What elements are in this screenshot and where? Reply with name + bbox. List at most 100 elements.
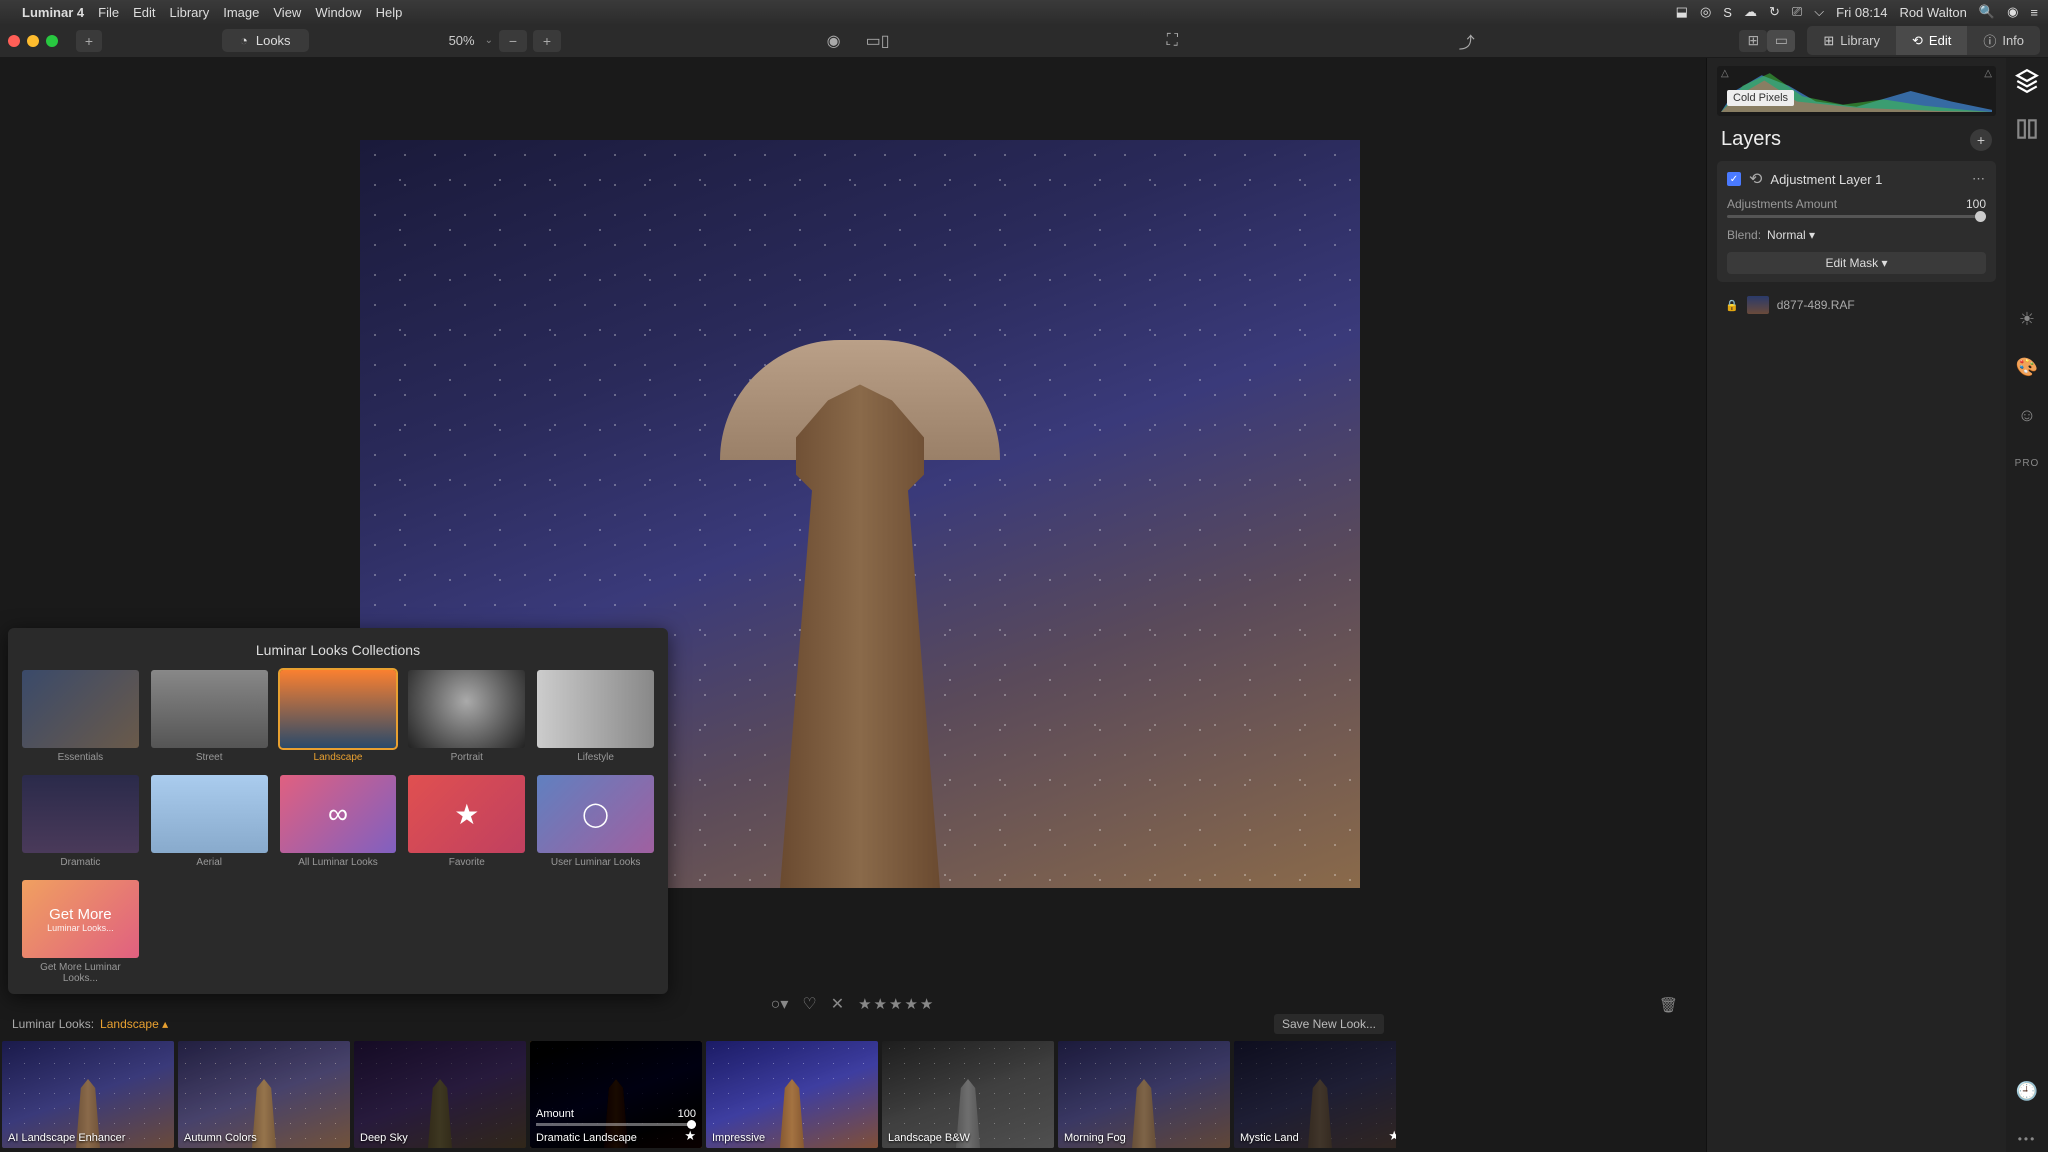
menu-library[interactable]: Library	[169, 5, 209, 20]
menubar-display-icon[interactable]: ⎚	[1792, 4, 1802, 20]
collection-favorite[interactable]: ★ Favorite	[408, 775, 525, 868]
collection-lifestyle-label: Lifestyle	[537, 752, 654, 763]
menu-image[interactable]: Image	[223, 5, 259, 20]
collection-street[interactable]: Street	[151, 670, 268, 763]
history-icon[interactable]: 🕘	[2014, 1078, 2040, 1104]
menubar-cloud-icon[interactable]: ☁	[1744, 4, 1757, 20]
window-close[interactable]	[8, 35, 20, 47]
menubar-search-icon[interactable]: 🔍	[1979, 4, 1995, 20]
menubar-clock[interactable]: Fri 08:14	[1836, 5, 1887, 20]
add-tab-button[interactable]: +	[76, 30, 102, 52]
canvas-area: ○▾ ♡ ✕ ★★★★★ 🗑 Luminar Looks Collections…	[0, 58, 1706, 1152]
tab-library[interactable]: ⊞ Library	[1807, 26, 1896, 55]
menu-help[interactable]: Help	[376, 5, 403, 20]
zoom-out-button[interactable]: −	[499, 30, 527, 52]
collection-aerial[interactable]: Aerial	[151, 775, 268, 868]
window-maximize[interactable]	[46, 35, 58, 47]
look-amount-slider[interactable]	[536, 1123, 696, 1126]
collection-get-more[interactable]: Get More Luminar Looks... Get More Lumin…	[22, 880, 139, 984]
look-morning-fog[interactable]: Morning Fog	[1058, 1041, 1230, 1148]
library-icon: ⊞	[1823, 33, 1834, 49]
save-new-look-button[interactable]: Save New Look...	[1274, 1014, 1384, 1034]
canvas-panel-icon[interactable]	[2014, 116, 2040, 142]
edit-mask-button[interactable]: Edit Mask ▾	[1727, 252, 1986, 274]
look-amount-value: 100	[678, 1108, 696, 1120]
base-layer-filename: d877-489.RAF	[1777, 298, 1855, 312]
looks-button[interactable]: ◔ Looks	[222, 29, 309, 52]
get-more-label: Get More Luminar Looks...	[22, 962, 139, 984]
base-layer[interactable]: 🔒 d877-489.RAF	[1707, 290, 2006, 320]
collection-aerial-label: Aerial	[151, 857, 268, 868]
menubar-sync-icon[interactable]: ◎	[1700, 4, 1711, 20]
portrait-panel-icon[interactable]: ☺	[2014, 402, 2040, 428]
menu-view[interactable]: View	[273, 5, 301, 20]
collection-lifestyle[interactable]: Lifestyle	[537, 670, 654, 763]
grid-view-icon[interactable]: ⊞	[1739, 30, 1767, 52]
export-icon[interactable]: ⤴	[1451, 29, 1483, 53]
look-amount-label: Amount	[536, 1108, 574, 1120]
look-ai-landscape-enhancer[interactable]: AI Landscape Enhancer	[2, 1041, 174, 1148]
menu-edit[interactable]: Edit	[133, 5, 155, 20]
look-favorite-star-icon[interactable]: ★	[684, 1128, 696, 1144]
crop-icon[interactable]: ⛶	[1156, 29, 1188, 53]
get-more-title: Get More	[49, 906, 112, 923]
menu-window[interactable]: Window	[315, 5, 361, 20]
menubar-s-icon[interactable]: S	[1723, 5, 1732, 20]
menubar-siri-icon[interactable]: ◉	[2007, 4, 2018, 20]
preview-eye-icon[interactable]: ◉	[818, 29, 850, 53]
looks-icon: ◔	[240, 33, 248, 48]
look-favorite-star-icon[interactable]: ★	[1388, 1128, 1396, 1144]
look-mystic-land[interactable]: Mystic Land ★	[1234, 1041, 1396, 1148]
adjustments-amount-value: 100	[1966, 197, 1986, 211]
trash-icon[interactable]: 🗑	[1659, 996, 1678, 1014]
collection-user[interactable]: ◯ User Luminar Looks	[537, 775, 654, 868]
layer-menu-icon[interactable]: ⋯	[1972, 171, 1986, 187]
clip-shadows-icon[interactable]: △	[1721, 68, 1729, 79]
blend-mode-dropdown[interactable]: Normal ▾	[1767, 228, 1815, 242]
collection-landscape[interactable]: Landscape	[280, 670, 397, 763]
tab-info[interactable]: ⓘ Info	[1967, 26, 2040, 55]
collection-all[interactable]: ∞ All Luminar Looks	[280, 775, 397, 868]
histogram[interactable]: Cold Pixels △ △	[1717, 66, 1996, 116]
compare-icon[interactable]: ▭▯	[862, 29, 894, 53]
window-minimize[interactable]	[27, 35, 39, 47]
look-landscape-bw[interactable]: Landscape B&W	[882, 1041, 1054, 1148]
looks-collection-dropdown[interactable]: Landscape ▴	[100, 1017, 168, 1031]
look-impressive[interactable]: Impressive	[706, 1041, 878, 1148]
luminar-looks-label: Luminar Looks:	[12, 1017, 94, 1031]
menubar-dropbox-icon[interactable]: ⬓	[1676, 4, 1688, 20]
layer-visible-checkbox[interactable]: ✓	[1727, 172, 1741, 186]
collection-essentials[interactable]: Essentials	[22, 670, 139, 763]
menubar-timemachine-icon[interactable]: ↻	[1769, 4, 1780, 20]
tab-edit[interactable]: ⟲ Edit	[1896, 26, 1967, 55]
app-name[interactable]: Luminar 4	[22, 5, 84, 20]
info-icon: ⓘ	[1983, 31, 1996, 50]
single-view-icon[interactable]: ▭	[1767, 30, 1795, 52]
zoom-in-button[interactable]: +	[533, 30, 561, 52]
layer-adjustment-1[interactable]: ✓ ⟲ Adjustment Layer 1 ⋯ Adjustments Amo…	[1717, 161, 1996, 282]
light-panel-icon[interactable]: ☀	[2014, 306, 2040, 332]
collection-portrait[interactable]: Portrait	[408, 670, 525, 763]
layers-panel-icon[interactable]	[2014, 68, 2040, 94]
menubar-notifications-icon[interactable]: ≡	[2030, 5, 2038, 20]
adjustments-amount-slider[interactable]	[1727, 215, 1986, 218]
edit-tool-strip: ☀ 🎨 ☺ PRO 🕘 •••	[2006, 58, 2048, 1152]
zoom-level[interactable]: 50%	[449, 33, 475, 48]
more-options-icon[interactable]: •••	[2014, 1126, 2040, 1152]
menubar-wifi-icon[interactable]: ⌵	[1814, 4, 1824, 20]
menu-file[interactable]: File	[98, 5, 119, 20]
zoom-chevron-icon[interactable]: ⌄	[485, 35, 493, 46]
add-layer-button[interactable]: +	[1970, 129, 1992, 151]
look-autumn-colors[interactable]: Autumn Colors	[178, 1041, 350, 1148]
look-dramatic-landscape[interactable]: Amount 100 Dramatic Landscape ★	[530, 1041, 702, 1148]
collection-landscape-label: Landscape	[280, 752, 397, 763]
menubar-user[interactable]: Rod Walton	[1899, 5, 1966, 20]
collection-dramatic[interactable]: Dramatic	[22, 775, 139, 868]
clip-highlights-icon[interactable]: △	[1984, 68, 1992, 79]
looks-popup-title: Luminar Looks Collections	[22, 642, 654, 658]
look-label: Mystic Land	[1240, 1132, 1299, 1144]
pro-panel-icon[interactable]: PRO	[2014, 450, 2040, 476]
creative-panel-icon[interactable]: 🎨	[2014, 354, 2040, 380]
collection-street-label: Street	[151, 752, 268, 763]
look-deep-sky[interactable]: Deep Sky	[354, 1041, 526, 1148]
